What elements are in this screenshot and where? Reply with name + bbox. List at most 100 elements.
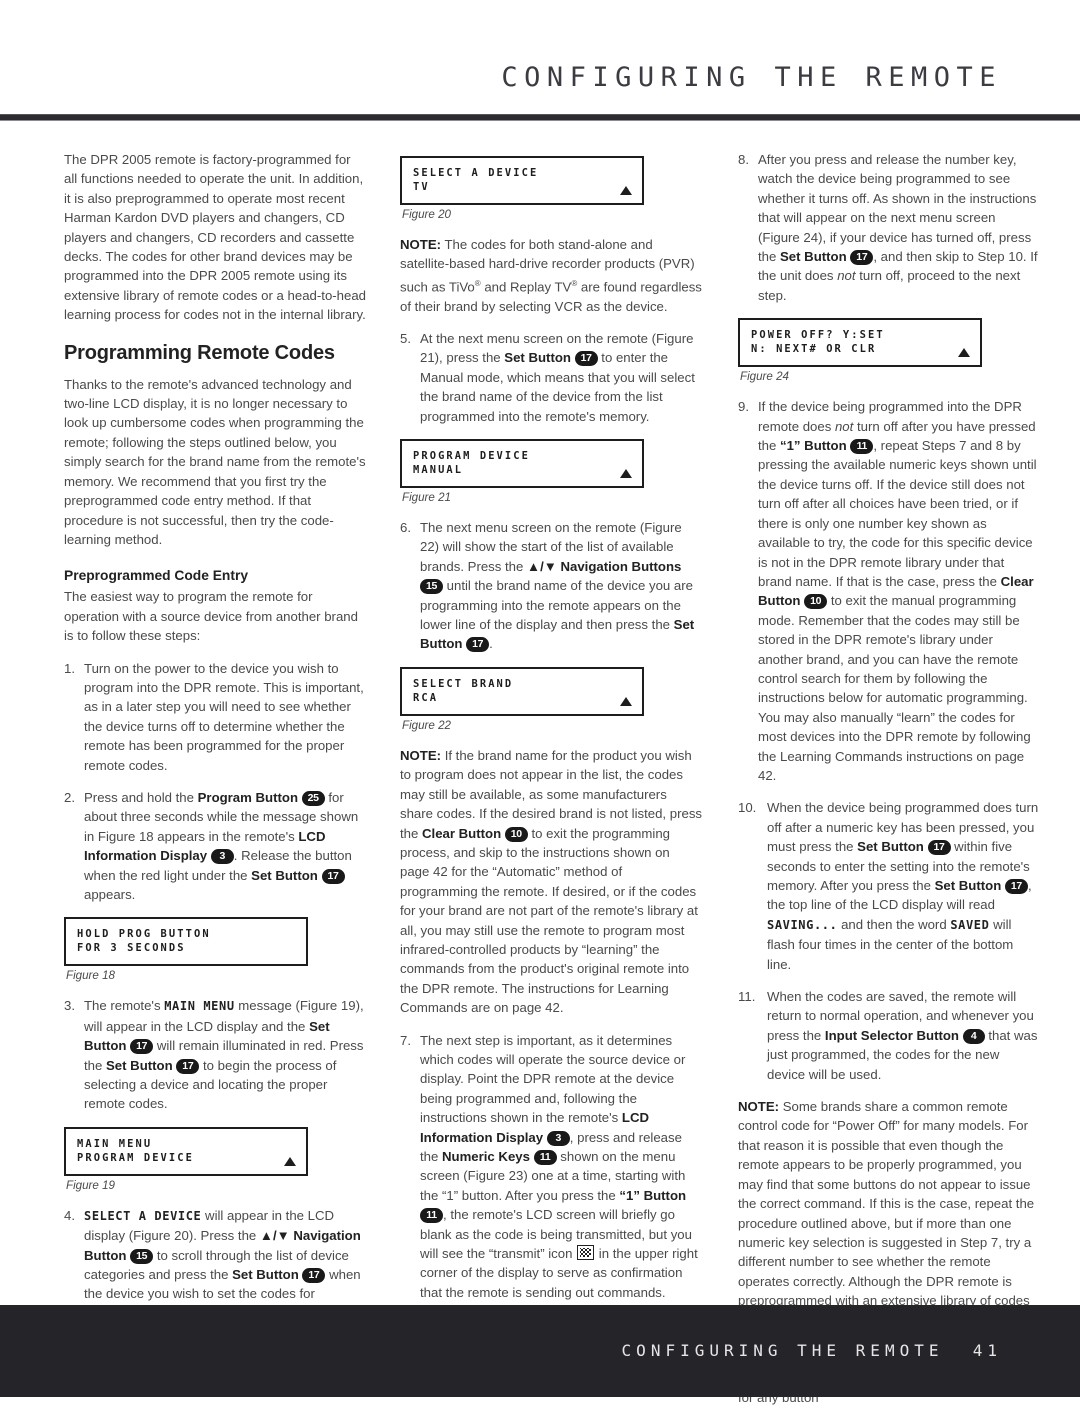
callout-badge: 11 xyxy=(533,1150,557,1166)
figure-24-lcd: POWER OFF? Y:SET N: NEXT# OR CLR xyxy=(738,318,982,368)
step-number: 8. xyxy=(738,152,749,167)
step-number: 3. xyxy=(64,998,75,1014)
step-text: The next step is important, as it determ… xyxy=(420,1031,702,1303)
header-divider xyxy=(0,114,1080,121)
figure-18-caption: Figure 18 xyxy=(66,969,115,983)
lcd-line-2: N: NEXT# OR CLR xyxy=(751,343,877,356)
navigation-buttons-label: ▲/▼ Navigation Buttons xyxy=(527,558,682,574)
note-label: NOTE: xyxy=(738,1099,780,1115)
set-button-label: Set Button xyxy=(504,350,571,366)
callout-badge: 25 xyxy=(301,790,325,806)
lcd-line-1: SELECT BRAND xyxy=(413,677,514,690)
step-8: 8. After you press and release the numbe… xyxy=(738,150,1040,305)
column-right: 8. After you press and release the numbe… xyxy=(738,150,1040,1405)
callout-badge: 10 xyxy=(504,826,528,842)
callout-badge: 15 xyxy=(130,1248,154,1264)
step-6: 6. The next menu screen on the remote (F… xyxy=(400,518,702,654)
text-run: and then the word xyxy=(837,916,951,932)
text-run: The remote's xyxy=(84,998,165,1014)
lcd-line-1: POWER OFF? Y:SET xyxy=(751,329,885,342)
lcd-line-2: FOR 3 SECONDS xyxy=(77,942,186,955)
text-run: Press and hold the xyxy=(84,789,198,805)
one-button-label: “1” Button xyxy=(619,1187,687,1203)
text-run: After you press and release the number k… xyxy=(758,152,1037,265)
callout-badge: 17 xyxy=(466,637,490,653)
callout-badge: 17 xyxy=(574,351,598,367)
step-text: The next menu screen on the remote (Figu… xyxy=(420,518,702,654)
set-button-label: Set Button xyxy=(106,1057,173,1073)
input-selector-button-label: Input Selector Button xyxy=(824,1027,959,1043)
page-footer: CONFIGURING THE REMOTE 41 xyxy=(0,1305,1080,1397)
text-run: appears. xyxy=(84,887,136,902)
scroll-down-arrow-icon xyxy=(620,696,632,706)
text-run: to exit the programming process, and ski… xyxy=(400,825,698,1016)
intro-paragraph: The DPR 2005 remote is factory-programme… xyxy=(64,152,367,323)
callout-badge: 10 xyxy=(804,594,828,610)
page-title: CONFIGURING THE REMOTE xyxy=(501,62,1002,93)
step-number: 11. xyxy=(738,989,756,1005)
step-text: When the codes are saved, the remote wil… xyxy=(767,987,1040,1084)
note-label: NOTE: xyxy=(400,237,442,252)
step-3: 3. The remote's MAIN MENU message (Figur… xyxy=(64,996,366,1113)
step-number: 5. xyxy=(400,331,411,347)
scroll-down-arrow-icon xyxy=(958,348,970,358)
step-11: 11. When the codes are saved, the remote… xyxy=(738,987,1040,1084)
footer-section-name: CONFIGURING THE REMOTE xyxy=(621,1341,944,1360)
figure-21-lcd: PROGRAM DEVICE MANUAL xyxy=(400,439,644,489)
step-text: Press and hold the Program Button 25 for… xyxy=(84,788,366,904)
text-run: and Replay TV xyxy=(480,279,572,295)
callout-badge: 17 xyxy=(176,1058,200,1074)
note-2: NOTE: If the brand name for the product … xyxy=(400,746,702,1018)
figure-24-caption: Figure 24 xyxy=(740,370,789,384)
callout-badge: 17 xyxy=(850,250,874,266)
step-9: 9. If the device being programmed into t… xyxy=(738,397,1040,785)
callout-badge: 11 xyxy=(850,439,874,455)
step-1: 1. Turn on the power to the device you w… xyxy=(64,659,366,775)
callout-badge: 4 xyxy=(962,1028,985,1044)
set-button-label: Set Button xyxy=(934,878,1002,893)
lcd-line-1: HOLD PROG BUTTON xyxy=(77,928,211,941)
step-2: 2. Press and hold the Program Button 25 … xyxy=(64,788,366,904)
callout-badge: 17 xyxy=(302,1268,326,1284)
step-text: At the next menu screen on the remote (F… xyxy=(420,329,702,426)
column-middle: SELECT A DEVICE TV Figure 20 NOTE: The c… xyxy=(400,150,702,1380)
note-label: NOTE: xyxy=(400,747,442,763)
callout-badge: 15 xyxy=(420,579,443,595)
figure-21-caption: Figure 21 xyxy=(402,491,451,505)
figure-18-lcd: HOLD PROG BUTTON FOR 3 SECONDS xyxy=(64,917,308,967)
figure-19-lcd: MAIN MENU PROGRAM DEVICE xyxy=(64,1126,308,1176)
figure-19-caption: Figure 19 xyxy=(66,1178,115,1192)
scroll-down-arrow-icon xyxy=(284,1156,296,1166)
lcd-line-2: PROGRAM DEVICE xyxy=(77,1151,194,1164)
lcd-line-1: PROGRAM DEVICE xyxy=(413,450,530,463)
section-heading: Programming Remote Codes xyxy=(64,341,335,364)
scroll-down-arrow-icon xyxy=(620,469,632,479)
note-1: NOTE: The codes for both stand-alone and… xyxy=(400,235,702,316)
column-left: The DPR 2005 remote is factory-programme… xyxy=(64,150,367,1340)
lcd-line-1: SELECT A DEVICE xyxy=(413,167,539,179)
page-number: 41 xyxy=(972,1341,1002,1360)
callout-badge: 3 xyxy=(210,849,234,865)
step-number: 6. xyxy=(400,520,411,536)
lcd-message-saving: SAVING... xyxy=(767,917,838,932)
sub-paragraph: The easiest way to program the remote fo… xyxy=(64,589,358,644)
step-number: 7. xyxy=(400,1032,411,1048)
step-text: After you press and release the number k… xyxy=(758,150,1040,305)
callout-badge: 17 xyxy=(927,840,951,856)
step-text: Turn on the power to the device you wish… xyxy=(84,660,364,773)
scroll-down-arrow-icon xyxy=(620,186,632,195)
set-button-label: Set Button xyxy=(232,1267,299,1283)
step-number: 1. xyxy=(64,660,75,676)
step-text: The remote's MAIN MENU message (Figure 1… xyxy=(84,996,366,1113)
text-run: to exit the manual programming mode. Rem… xyxy=(758,593,1031,783)
lcd-line-2: RCA xyxy=(413,691,439,704)
callout-badge: 3 xyxy=(546,1130,570,1146)
lcd-message-text: SELECT A DEVICE xyxy=(84,1208,202,1223)
figure-20-lcd: SELECT A DEVICE TV xyxy=(400,156,644,205)
section-paragraph: Thanks to the remote's advanced technolo… xyxy=(64,376,366,547)
lcd-message-text: MAIN MENU xyxy=(164,999,235,1014)
lcd-line-2: MANUAL xyxy=(413,464,464,477)
lcd-line-2: TV xyxy=(413,181,430,193)
step-text: When the device being programmed does tu… xyxy=(767,798,1040,974)
callout-badge: 17 xyxy=(130,1039,154,1055)
